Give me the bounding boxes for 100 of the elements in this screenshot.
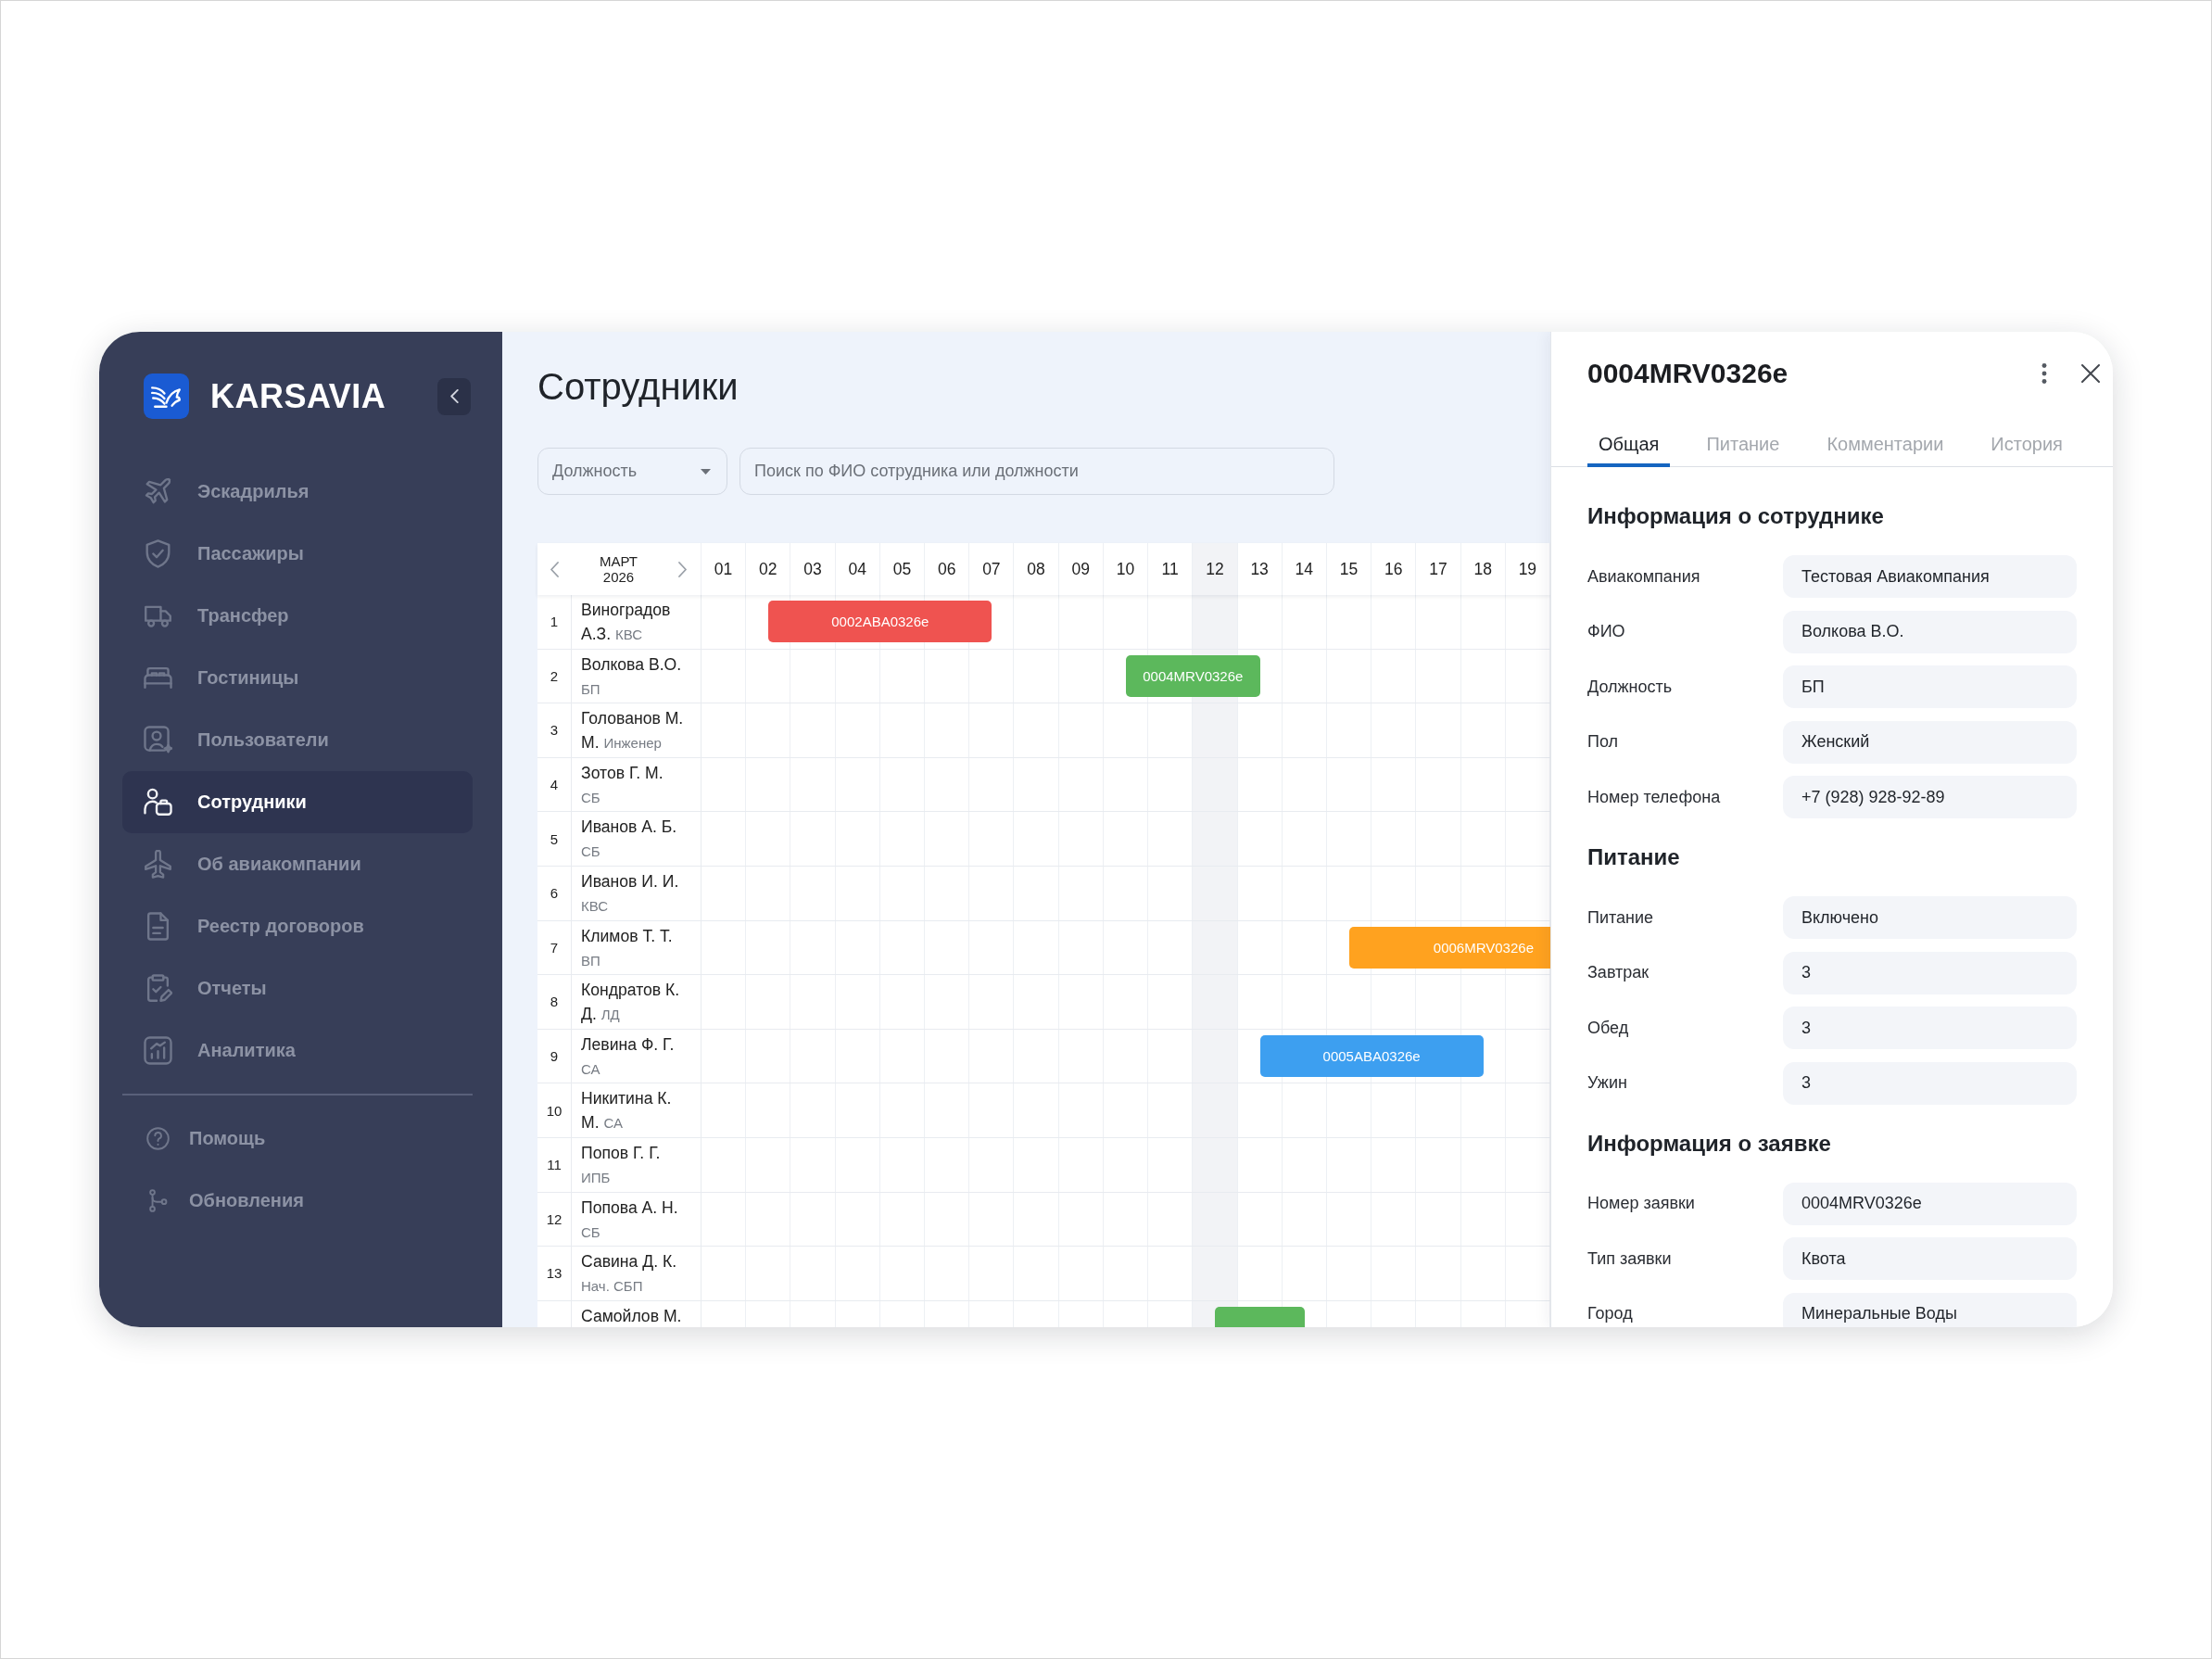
day-header: 08 xyxy=(1014,543,1059,595)
field-label: ФИО xyxy=(1587,622,1625,641)
value-field[interactable]: Женский xyxy=(1783,720,2077,764)
day-header: 10 xyxy=(1103,543,1149,595)
branch-icon xyxy=(146,1189,170,1212)
shield-check-icon xyxy=(144,539,172,568)
employee-name: Волкова В.О. БП xyxy=(581,653,683,699)
day-header: 14 xyxy=(1282,543,1327,595)
person-briefcase-icon xyxy=(144,788,172,817)
field-label: Должность xyxy=(1587,677,1673,697)
day-header: 06 xyxy=(925,543,970,595)
row-number: 13 xyxy=(546,1265,562,1282)
row-number: 3 xyxy=(550,722,559,739)
day-header: 03 xyxy=(790,543,836,595)
employee-name: Попова А. Н. СБ xyxy=(581,1197,679,1242)
value-field[interactable]: Минеральные Воды xyxy=(1783,1292,2077,1327)
row-number: 11 xyxy=(547,1157,562,1173)
employee-name: Левина Ф. Г. СА xyxy=(581,1033,676,1079)
chevron-left-icon xyxy=(449,389,459,403)
row-number: 12 xyxy=(546,1210,562,1227)
collapse-button[interactable] xyxy=(437,377,471,415)
day-header: 02 xyxy=(746,543,791,595)
chevron-right-icon[interactable] xyxy=(678,561,687,577)
wing-logo-icon xyxy=(144,374,189,419)
panel-title: 0004MRV0326e xyxy=(1587,357,1789,390)
day-header: 01 xyxy=(702,543,747,595)
day-header: 18 xyxy=(1460,543,1506,595)
value-field[interactable]: 3 xyxy=(1783,951,2077,994)
page-title: Сотрудники xyxy=(537,365,739,409)
booking-bar[interactable]: 0005ABA0326e xyxy=(1259,1034,1484,1077)
plane-icon xyxy=(144,850,172,879)
row-number: 4 xyxy=(550,777,559,793)
day-header: 05 xyxy=(879,543,926,595)
section-heading: Информация о заявке xyxy=(1587,1129,1832,1158)
value-field[interactable]: 0004MRV0326e xyxy=(1783,1182,2077,1225)
value-field[interactable]: Тестовая Авиакомпания xyxy=(1783,555,2077,598)
day-header: 07 xyxy=(969,543,1015,595)
nav-item[interactable]: Трансфер xyxy=(122,585,473,647)
nav-item[interactable]: Реестр договоров xyxy=(122,895,473,957)
tab[interactable]: История xyxy=(1979,424,2074,467)
position-dropdown[interactable]: Должность xyxy=(537,448,727,495)
field-label: Номер телефона xyxy=(1587,787,1721,807)
day-header: 15 xyxy=(1326,543,1372,595)
row-number: 7 xyxy=(550,939,559,956)
month-label: МАРТ xyxy=(600,553,638,569)
nav-item[interactable]: Обновления xyxy=(122,1170,473,1232)
logo-text: KARSAVIA xyxy=(210,376,386,416)
tab[interactable]: Комментарии xyxy=(1815,424,1955,467)
value-field[interactable]: +7 (928) 928-92-89 xyxy=(1783,776,2077,818)
field-label: Обед xyxy=(1587,1018,1629,1038)
field-label: Авиакомпания xyxy=(1587,566,1700,587)
search-field[interactable]: Поиск по ФИО сотрудника или должности xyxy=(739,448,1334,495)
value-field[interactable]: БП xyxy=(1783,665,2077,708)
employee-name: Попов Г. Г. ИПБ xyxy=(581,1142,662,1187)
row-number: 6 xyxy=(550,885,559,902)
nav-item[interactable]: Отчеты xyxy=(122,957,473,1019)
employee-name: Иванов И. И. КВС xyxy=(581,870,680,916)
day-header: 09 xyxy=(1058,543,1104,595)
booking-bar[interactable]: 0002ABA0326e xyxy=(768,601,992,642)
chart-icon xyxy=(144,1036,172,1065)
value-field[interactable]: Волкова В.О. xyxy=(1783,610,2077,653)
nav-item[interactable]: Пассажиры xyxy=(122,523,473,585)
field-label: Завтрак xyxy=(1587,963,1650,982)
close-icon[interactable] xyxy=(2081,364,2100,383)
employee-name: Климов Т. Т. ВП xyxy=(581,925,674,970)
field-label: Тип заявки xyxy=(1587,1248,1672,1269)
row-number: 10 xyxy=(546,1102,562,1119)
nav-item[interactable]: Эскадрилья xyxy=(122,461,473,523)
tab[interactable]: Общая xyxy=(1587,424,1671,467)
chevron-left-icon[interactable] xyxy=(550,561,559,577)
help-icon xyxy=(146,1127,170,1150)
day-header: 16 xyxy=(1371,543,1417,595)
tab[interactable]: Питание xyxy=(1695,424,1791,467)
nav-item[interactable]: Пользователи xyxy=(122,709,473,771)
employee-name: Голованов М. М. Инженер xyxy=(581,708,685,754)
employee-name: Иванов А. Б. СБ xyxy=(581,817,678,862)
day-header: 13 xyxy=(1237,543,1283,595)
value-field[interactable]: Квота xyxy=(1783,1237,2077,1280)
nav-item[interactable]: Сотрудники xyxy=(122,771,473,833)
employee-name: Савина Д. К. Нач. СБП xyxy=(581,1251,678,1297)
nav-item[interactable]: Об авиакомпании xyxy=(122,833,473,895)
row-number: 5 xyxy=(550,830,559,847)
nav-item[interactable]: Помощь xyxy=(122,1108,473,1170)
employee-name: Кондратов К. Д. ЛД xyxy=(581,980,681,1026)
booking-bar[interactable]: 0006MRV0326e xyxy=(1349,926,1550,969)
row-number: 2 xyxy=(550,667,559,684)
nav-item[interactable]: Аналитика xyxy=(122,1019,473,1082)
section-heading: Информация о сотруднике xyxy=(1587,502,1885,530)
row-number: 8 xyxy=(550,994,559,1010)
day-header: 04 xyxy=(835,543,880,595)
day-header: 19 xyxy=(1505,543,1550,595)
booking-bar[interactable]: 0004MRV0326e xyxy=(1126,654,1260,697)
value-field[interactable]: 3 xyxy=(1783,1061,2077,1105)
user-square-icon xyxy=(144,726,172,754)
nav-item[interactable]: Гостиницы xyxy=(122,647,473,709)
caret-down-icon xyxy=(701,468,711,475)
value-field[interactable]: Включено xyxy=(1783,896,2077,939)
value-field[interactable]: 3 xyxy=(1783,1007,2077,1049)
field-label: Пол xyxy=(1587,732,1619,752)
dots-vertical-icon[interactable] xyxy=(2041,363,2047,384)
